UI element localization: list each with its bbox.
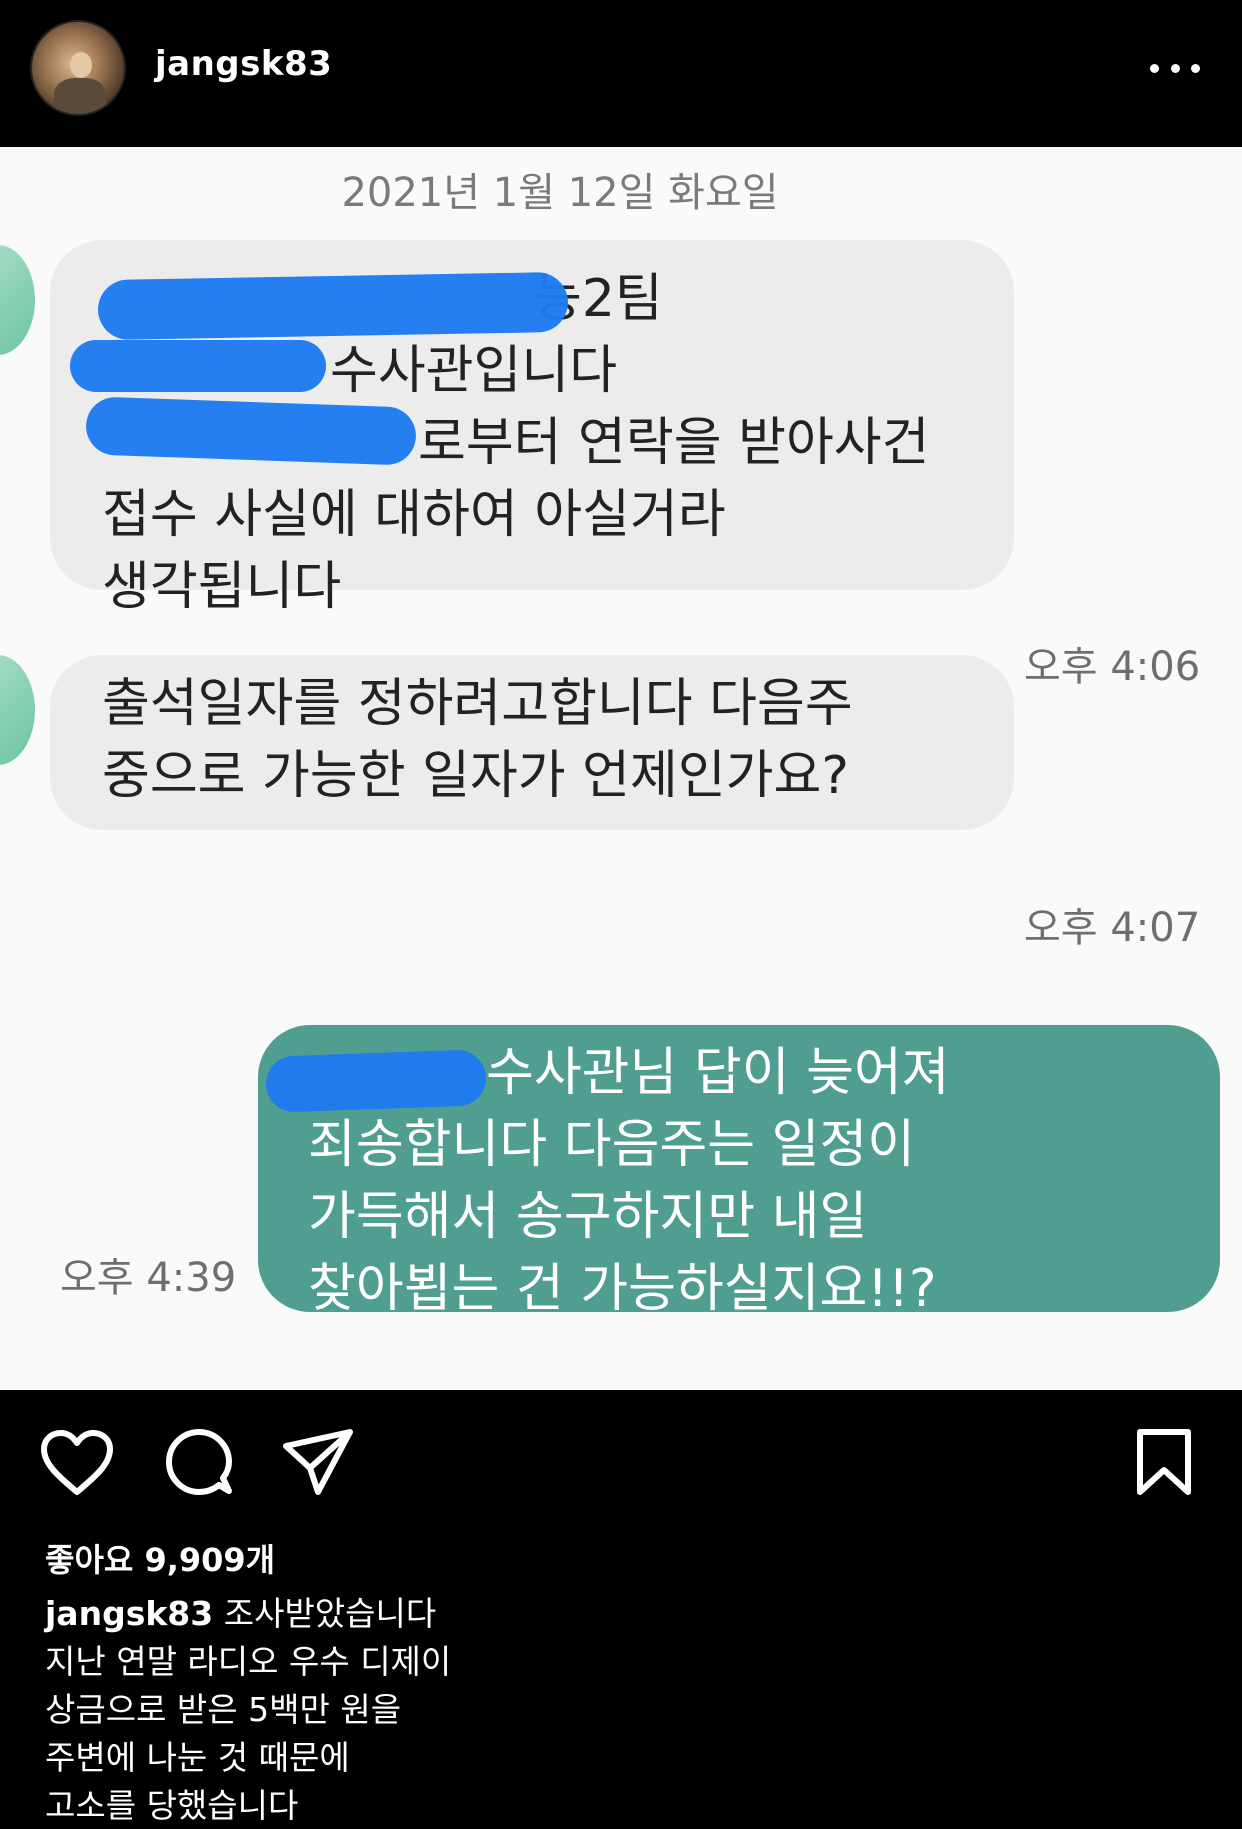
comment-icon[interactable] — [165, 1428, 233, 1496]
message-line: 가득해서 송구하지만 내일 — [308, 1187, 868, 1247]
heart-icon[interactable] — [40, 1430, 114, 1496]
post-header: jangsk83 — [0, 0, 1242, 147]
more-dot — [1150, 63, 1159, 73]
share-icon[interactable] — [282, 1428, 354, 1496]
post-image-chat[interactable]: 2021년 1월 12일 화요일 능2팀 수사관입니다 로부터 연락을 받아사건… — [0, 147, 1242, 1390]
chat-date: 2021년 1월 12일 화요일 — [341, 170, 779, 216]
outgoing-message-bubble: 수사관님 답이 늦어져 죄송합니다 다음주는 일정이 가득해서 송구하지만 내일… — [258, 1025, 1220, 1319]
message-line: 찾아뵙는 건 가능하실지요!!? — [308, 1259, 937, 1319]
message-line: 죄송합니다 다음주는 일정이 — [308, 1115, 916, 1175]
message-time: 오후 4:07 — [1024, 905, 1201, 951]
caption-username[interactable]: jangsk83 — [45, 1594, 213, 1633]
peer-avatar — [0, 245, 35, 355]
caption-line: 주변에 나눈 것 때문에 — [45, 1738, 350, 1777]
message-line: 접수 사실에 대하여 아실거라 — [102, 485, 726, 545]
redaction-mark — [265, 1049, 487, 1113]
avatar-figure — [54, 78, 106, 114]
peer-avatar — [0, 655, 35, 765]
incoming-message-bubble: 출석일자를 정하려고합니다 다음주 중으로 가능한 일자가 언제인가요? — [50, 655, 1014, 830]
post-caption: jangsk83 조사받았습니다 지난 연말 라디오 우수 디제이 상금으로 받… — [45, 1590, 451, 1829]
avatar[interactable] — [30, 20, 126, 116]
caption-first-line: jangsk83 조사받았습니다 — [45, 1590, 451, 1638]
redaction-mark — [70, 340, 326, 392]
more-dot — [1170, 63, 1180, 73]
caption-line: 지난 연말 라디오 우수 디제이 — [45, 1642, 452, 1681]
caption-line: 상금으로 받은 5백만 원을 — [45, 1690, 402, 1729]
caption-text: 조사받았습니다 — [223, 1594, 437, 1633]
message-time: 오후 4:39 — [60, 1255, 237, 1301]
redaction-mark — [97, 271, 569, 341]
post-username[interactable]: jangsk83 — [155, 44, 332, 84]
message-line: 중으로 가능한 일자가 언제인가요? — [102, 746, 849, 806]
caption-line: 고소를 당했습니다 — [45, 1786, 299, 1825]
message-time: 오후 4:06 — [1024, 644, 1201, 690]
bookmark-icon[interactable] — [1135, 1428, 1193, 1496]
likes-count[interactable]: 좋아요 9,909개 — [45, 1535, 275, 1581]
message-line: 출석일자를 정하려고합니다 다음주 — [102, 674, 853, 734]
more-dot — [1191, 63, 1200, 73]
message-line: 생각됩니다 — [102, 557, 342, 617]
incoming-message-bubble: 능2팀 수사관입니다 로부터 연락을 받아사건 접수 사실에 대하여 아실거라 … — [50, 240, 1014, 617]
more-icon[interactable] — [1150, 48, 1200, 88]
redaction-mark — [85, 396, 417, 466]
avatar-face — [70, 52, 92, 78]
post-action-bar — [0, 1390, 1242, 1520]
